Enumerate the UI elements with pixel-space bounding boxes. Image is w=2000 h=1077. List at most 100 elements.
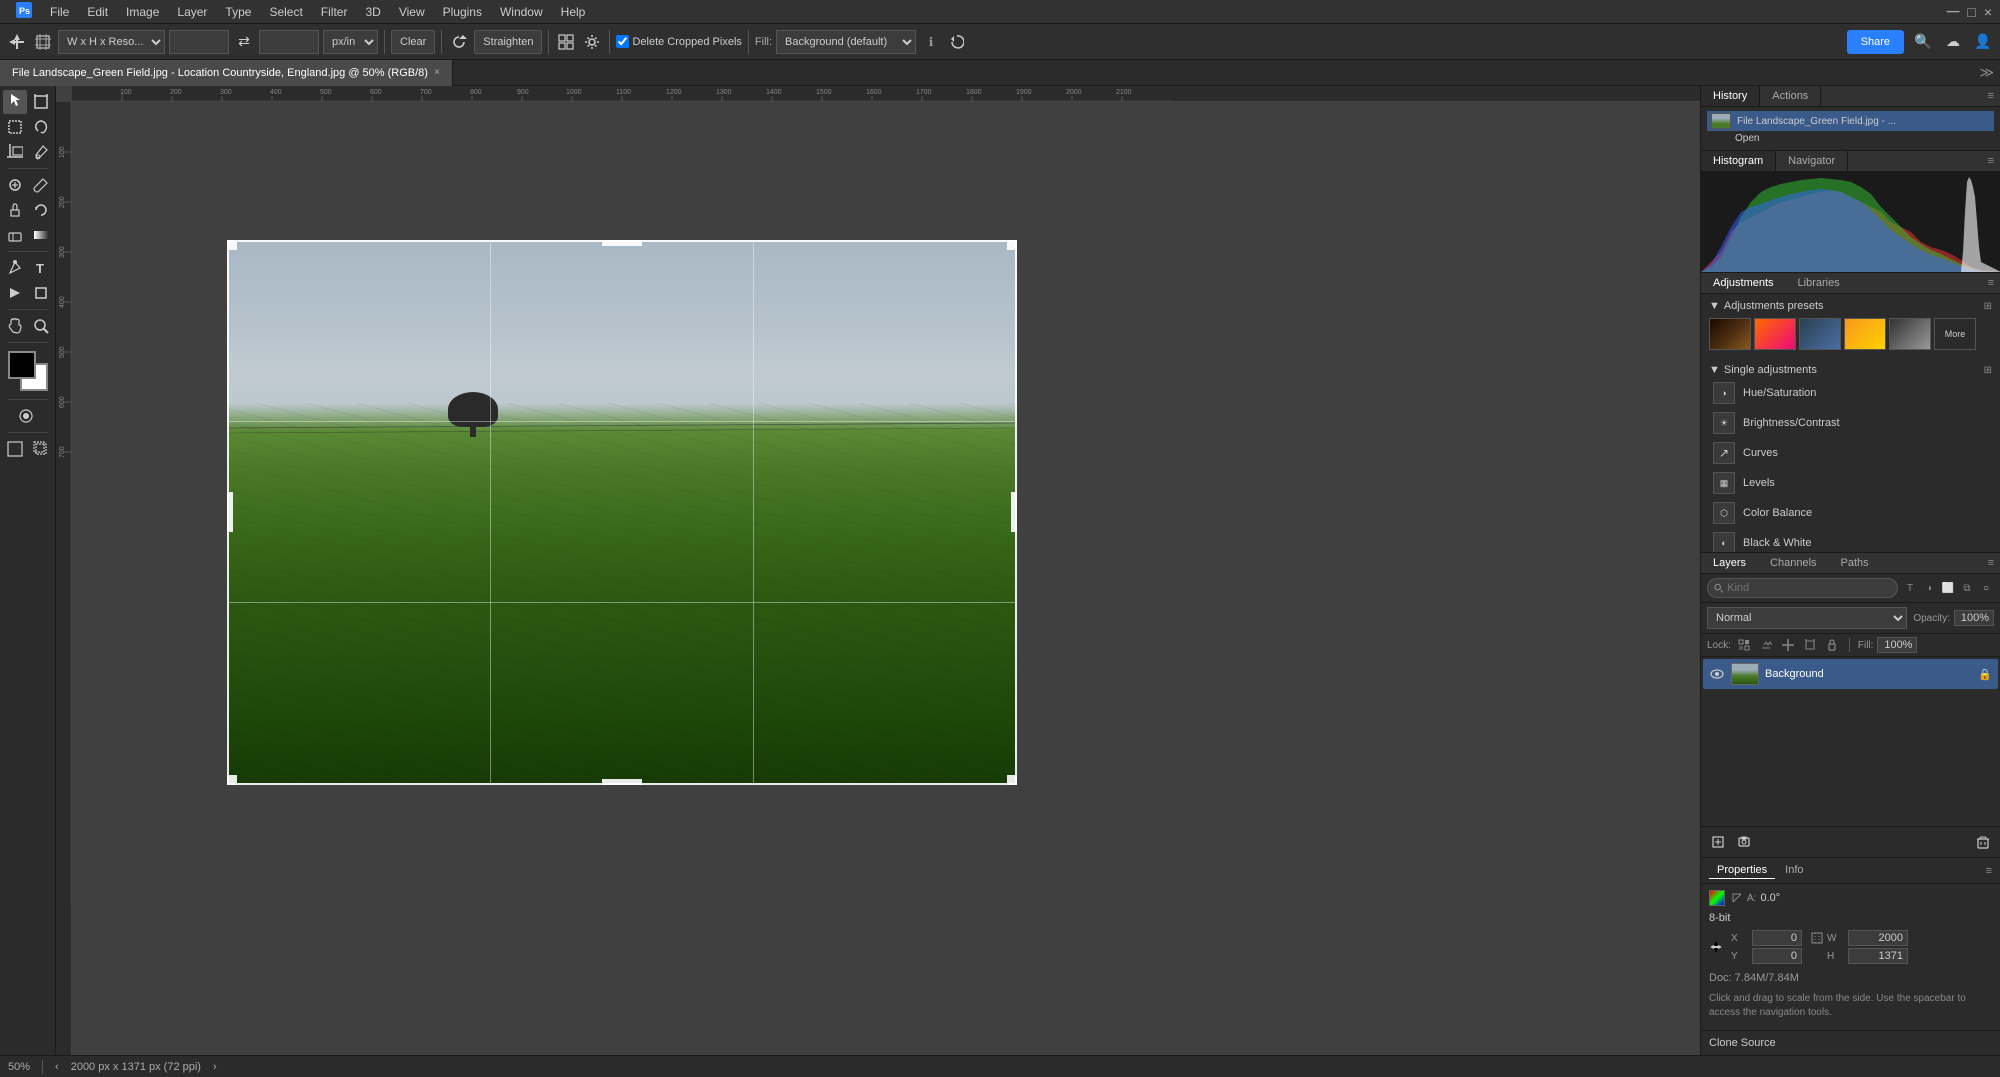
- actions-tab[interactable]: Actions: [1760, 86, 1821, 106]
- minimize-btn[interactable]: ─: [1947, 1, 1960, 22]
- screen-mode-tool[interactable]: [3, 437, 27, 461]
- adj-hue-saturation[interactable]: ◑ Hue/Saturation: [1709, 378, 1992, 408]
- search-icon[interactable]: 🔍: [1912, 31, 1934, 53]
- histogram-panel-menu[interactable]: ≡: [1982, 151, 2000, 171]
- crop-preset-select[interactable]: W x H x Reso...: [58, 30, 165, 54]
- paths-tab[interactable]: Paths: [1829, 553, 1881, 573]
- move-tool[interactable]: [3, 90, 27, 114]
- adj-preset-2[interactable]: [1754, 318, 1796, 350]
- doc-tab-main[interactable]: File Landscape_Green Field.jpg - Locatio…: [0, 60, 453, 86]
- eraser-tool[interactable]: [3, 223, 27, 247]
- settings-icon[interactable]: [581, 31, 603, 53]
- zoom-level[interactable]: 50%: [8, 1061, 30, 1073]
- history-item-open[interactable]: Open: [1707, 131, 1994, 146]
- crop-unit-select[interactable]: px/in: [323, 30, 378, 54]
- foreground-color[interactable]: [8, 351, 36, 379]
- quick-mask-tool[interactable]: [16, 404, 40, 428]
- adj-brightness-contrast[interactable]: ☀ Brightness/Contrast: [1709, 408, 1992, 438]
- layers-fill-value[interactable]: 100%: [1877, 637, 1917, 653]
- fill-reset-icon[interactable]: [946, 31, 968, 53]
- crop-height-input[interactable]: [259, 30, 319, 54]
- layer-visibility-icon[interactable]: [1709, 666, 1725, 682]
- menu-image[interactable]: Image: [118, 3, 167, 21]
- artboard-tool[interactable]: [29, 90, 53, 114]
- hand-tool[interactable]: [3, 314, 27, 338]
- shape-tool[interactable]: [29, 281, 53, 305]
- layers-panel-menu[interactable]: ≡: [1982, 553, 2000, 573]
- adj-presets-grid-icon[interactable]: ⊞: [1984, 301, 1992, 312]
- layers-smart-icon[interactable]: ⧉: [1959, 580, 1975, 596]
- lock-transparent-btn[interactable]: [1735, 636, 1753, 654]
- props-x-value[interactable]: 0: [1752, 930, 1802, 946]
- clone-stamp-tool[interactable]: [3, 198, 27, 222]
- grid-icon[interactable]: [555, 31, 577, 53]
- adj-levels[interactable]: ▦ Levels: [1709, 468, 1992, 498]
- props-h-value[interactable]: 1371: [1848, 948, 1908, 964]
- adj-single-grid-icon[interactable]: ⊞: [1984, 365, 1992, 376]
- swap-dimensions-icon[interactable]: ⇄: [233, 31, 255, 53]
- crop-width-input[interactable]: [169, 30, 229, 54]
- straighten-button[interactable]: Straighten: [474, 30, 542, 54]
- menu-file[interactable]: File: [42, 3, 77, 21]
- menu-type[interactable]: Type: [217, 3, 259, 21]
- channels-tab[interactable]: Channels: [1758, 553, 1828, 573]
- layers-pixel-icon[interactable]: ⬜: [1940, 580, 1956, 596]
- canvas-viewport[interactable]: [72, 102, 1700, 1055]
- maximize-btn[interactable]: □: [1967, 4, 1975, 20]
- adj-preset-5[interactable]: [1889, 318, 1931, 350]
- cloud-icon[interactable]: ☁: [1942, 31, 1964, 53]
- fill-info-icon[interactable]: ℹ: [920, 31, 942, 53]
- lock-position-btn[interactable]: [1779, 636, 1797, 654]
- info-tab[interactable]: Info: [1777, 862, 1811, 879]
- gradient-tool[interactable]: [29, 223, 53, 247]
- delete-cropped-checkbox[interactable]: [616, 35, 629, 48]
- adj-color-balance[interactable]: ⬡ Color Balance: [1709, 498, 1992, 528]
- layers-adj-icon[interactable]: ◑: [1921, 580, 1937, 596]
- rectangular-marquee-tool[interactable]: [3, 115, 27, 139]
- type-tool[interactable]: T: [29, 256, 53, 280]
- menu-plugins[interactable]: Plugins: [435, 3, 490, 21]
- user-icon[interactable]: 👤: [1972, 31, 1994, 53]
- path-selection-tool[interactable]: [3, 281, 27, 305]
- props-y-value[interactable]: 0: [1752, 948, 1802, 964]
- histogram-tab[interactable]: Histogram: [1701, 151, 1776, 171]
- lock-all-btn[interactable]: [1823, 636, 1841, 654]
- arrow-right[interactable]: ›: [213, 1061, 217, 1073]
- history-item-file[interactable]: File Landscape_Green Field.jpg - ...: [1707, 111, 1994, 131]
- props-panel-menu[interactable]: ≡: [1986, 865, 1992, 877]
- share-button[interactable]: Share: [1847, 30, 1904, 54]
- properties-tab[interactable]: Properties: [1709, 862, 1775, 879]
- layers-tab[interactable]: Layers: [1701, 553, 1758, 573]
- layer-background[interactable]: Background 🔒: [1703, 659, 1998, 689]
- adj-panel-menu[interactable]: ≡: [1982, 273, 2000, 293]
- adj-presets-header[interactable]: ▼ Adjustments presets ⊞: [1709, 298, 1992, 314]
- menu-help[interactable]: Help: [553, 3, 594, 21]
- history-brush-tool[interactable]: [29, 198, 53, 222]
- layers-search-input[interactable]: [1727, 582, 1891, 594]
- add-layer-btn[interactable]: [1707, 831, 1729, 853]
- canvas-area[interactable]: 100 200 300 400 500 600 700 800 900 1000: [56, 86, 1700, 1055]
- healing-brush-tool[interactable]: [3, 173, 27, 197]
- arrow-left[interactable]: ‹: [55, 1061, 59, 1073]
- delete-layer-btn[interactable]: [1972, 831, 1994, 853]
- doc-tab-close[interactable]: ×: [434, 67, 440, 78]
- props-w-value[interactable]: 2000: [1848, 930, 1908, 946]
- brush-tool[interactable]: [29, 173, 53, 197]
- menu-view[interactable]: View: [391, 3, 433, 21]
- eyedropper-tool[interactable]: [29, 140, 53, 164]
- props-colorpicker-icon[interactable]: [1709, 890, 1725, 906]
- adj-preset-more[interactable]: More: [1934, 318, 1976, 350]
- photo-canvas[interactable]: [227, 240, 1017, 785]
- fill-select[interactable]: Background (default): [776, 30, 916, 54]
- navigator-tab[interactable]: Navigator: [1776, 151, 1848, 171]
- layers-opacity-value[interactable]: 100%: [1954, 610, 1994, 626]
- crop-tool[interactable]: [3, 140, 27, 164]
- menu-edit[interactable]: Edit: [79, 3, 116, 21]
- menu-window[interactable]: Window: [492, 3, 551, 21]
- menu-filter[interactable]: Filter: [313, 3, 356, 21]
- adj-single-header[interactable]: ▼ Single adjustments ⊞: [1709, 362, 1992, 378]
- history-tab[interactable]: History: [1701, 86, 1760, 106]
- layers-filter[interactable]: [1707, 578, 1898, 598]
- layers-filter-toggle[interactable]: ○: [1978, 580, 1994, 596]
- libraries-tab[interactable]: Libraries: [1786, 273, 1852, 293]
